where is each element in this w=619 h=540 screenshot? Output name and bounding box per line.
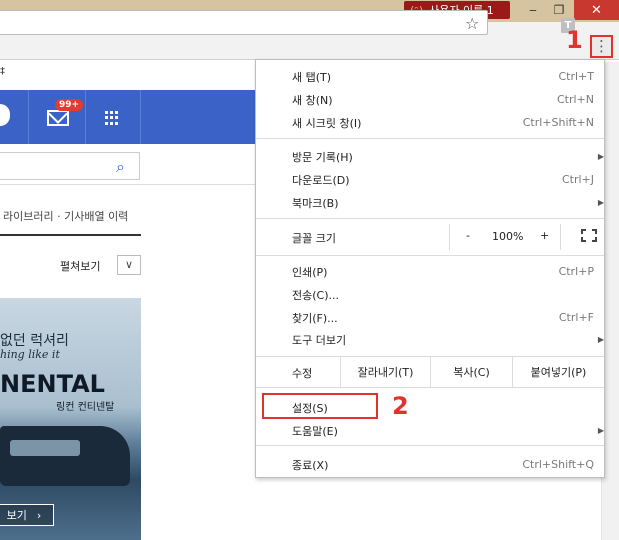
- menu-shortcut: Ctrl+T: [558, 70, 594, 83]
- menu-shortcut: Ctrl+F: [558, 311, 594, 324]
- submenu-arrow-icon: ▶: [597, 426, 604, 435]
- mail-count-badge: 99+: [55, 99, 84, 111]
- menu-item-downloads[interactable]: 다운로드(D) Ctrl+J: [256, 168, 604, 191]
- library-links[interactable]: 라이브러리 · 기사배열 이력: [3, 208, 128, 224]
- menu-item-history[interactable]: 방문 기록(H) ▶: [256, 145, 604, 168]
- close-window-button[interactable]: ✕: [574, 0, 619, 20]
- chrome-main-menu: 새 탭(T) Ctrl+T 새 창(N) Ctrl+N 새 시크릿 창(I) C…: [255, 59, 605, 478]
- header-divider: [28, 90, 29, 144]
- menu-label: 도구 더보기: [292, 333, 347, 347]
- menu-shortcut: Ctrl+J: [561, 173, 594, 186]
- zoom-level: 100%: [492, 230, 524, 243]
- menu-shortcut: Ctrl+N: [556, 93, 594, 106]
- menu-separator: [256, 445, 604, 446]
- zoom-controls: - 100% +: [449, 224, 561, 250]
- ad-brand: NENTAL: [0, 370, 105, 398]
- maximize-button[interactable]: ❐: [546, 0, 572, 20]
- menu-label: 전송(C)...: [292, 288, 339, 302]
- menu-item-more-tools[interactable]: 도구 더보기 ▶: [256, 328, 604, 351]
- header-divider: [140, 90, 141, 144]
- cut-button[interactable]: 잘라내기(T): [340, 357, 430, 387]
- ad-view-button[interactable]: 보기 ›: [0, 504, 54, 526]
- divider: [0, 184, 260, 185]
- menu-label: 인쇄(P): [292, 265, 328, 279]
- mail-icon[interactable]: [47, 110, 69, 126]
- bookmark-star-icon[interactable]: ☆: [465, 14, 479, 33]
- menu-separator: [256, 255, 604, 256]
- search-icon[interactable]: ⌕: [116, 157, 125, 177]
- menu-item-incognito[interactable]: 새 시크릿 창(I) Ctrl+Shift+N: [256, 111, 604, 134]
- minimize-button[interactable]: ‒: [520, 0, 546, 20]
- copy-button[interactable]: 복사(C): [430, 357, 512, 387]
- ad-view-label: 보기: [6, 509, 27, 522]
- annotation-number-1: 1: [566, 26, 583, 54]
- site-header-bar: [0, 90, 260, 144]
- chrome-menu-button[interactable]: ⋮: [590, 35, 613, 58]
- submenu-arrow-icon: ▶: [597, 152, 604, 161]
- menu-shortcut: Ctrl+P: [558, 265, 594, 278]
- menu-item-cast[interactable]: 전송(C)...: [256, 283, 604, 306]
- annotation-number-2: 2: [392, 392, 409, 420]
- expand-label[interactable]: 펼쳐보기: [60, 258, 100, 274]
- menu-item-print[interactable]: 인쇄(P) Ctrl+P: [256, 260, 604, 283]
- menu-label: 새 창(N): [292, 93, 333, 107]
- menu-shortcut: Ctrl+Shift+Q: [522, 458, 594, 471]
- ad-headline: 없던 럭셔리: [0, 333, 69, 349]
- menu-shortcut: Ctrl+Shift+N: [522, 116, 594, 129]
- bookmarks-strip: ‡: [0, 62, 260, 88]
- header-divider: [85, 90, 86, 144]
- menu-label: 종료(X): [292, 458, 329, 472]
- ad-tagline: hing like it: [0, 348, 60, 361]
- menu-item-new-tab[interactable]: 새 탭(T) Ctrl+T: [256, 65, 604, 88]
- menu-item-exit[interactable]: 종료(X) Ctrl+Shift+Q: [256, 453, 604, 476]
- menu-edit-row: 수정 잘라내기(T) 복사(C) 붙여넣기(P): [256, 357, 604, 387]
- more-vert-icon: ⋮: [594, 37, 609, 55]
- menu-item-bookmarks[interactable]: 북마크(B) ▶: [256, 191, 604, 214]
- menu-label: 새 시크릿 창(I): [292, 116, 362, 130]
- menu-label: 도움말(E): [292, 424, 338, 438]
- ad-subbrand: 링컨 컨티넨탈: [56, 402, 115, 413]
- menu-label: 방문 기록(H): [292, 150, 353, 164]
- apps-grid-icon[interactable]: [105, 111, 119, 125]
- divider: [0, 234, 141, 236]
- menu-label: 북마크(B): [292, 196, 339, 210]
- annotation-highlight-box: [262, 393, 378, 419]
- expand-chevron-button[interactable]: ∨: [117, 255, 141, 275]
- menu-label: 찾기(F)...: [292, 311, 338, 325]
- zoom-label: 글꼴 크기: [292, 232, 336, 245]
- menu-item-find[interactable]: 찾기(F)... Ctrl+F: [256, 306, 604, 329]
- address-bar[interactable]: [0, 10, 488, 35]
- submenu-arrow-icon: ▶: [597, 198, 604, 207]
- menu-zoom-row: 글꼴 크기 - 100% +: [256, 224, 604, 250]
- zoom-in-button[interactable]: +: [540, 229, 549, 242]
- menu-separator: [256, 387, 604, 388]
- menu-item-new-window[interactable]: 새 창(N) Ctrl+N: [256, 88, 604, 111]
- edit-label: 수정: [292, 367, 313, 380]
- menu-separator: [256, 138, 604, 139]
- zoom-out-button[interactable]: -: [466, 229, 470, 242]
- submenu-arrow-icon: ▶: [597, 335, 604, 344]
- chevron-right-icon: ›: [36, 508, 42, 522]
- menu-separator: [256, 218, 604, 219]
- fullscreen-icon[interactable]: [581, 229, 597, 242]
- paste-button[interactable]: 붙여넣기(P): [512, 357, 604, 387]
- menu-label: 다운로드(D): [292, 173, 350, 187]
- car-image: [0, 426, 130, 486]
- menu-label: 새 탭(T): [292, 70, 332, 84]
- menu-item-help[interactable]: 도움말(E) ▶: [256, 419, 604, 442]
- advertisement-banner[interactable]: 없던 럭셔리 hing like it NENTAL 링컨 컨티넨탈 보기 ›: [0, 298, 141, 540]
